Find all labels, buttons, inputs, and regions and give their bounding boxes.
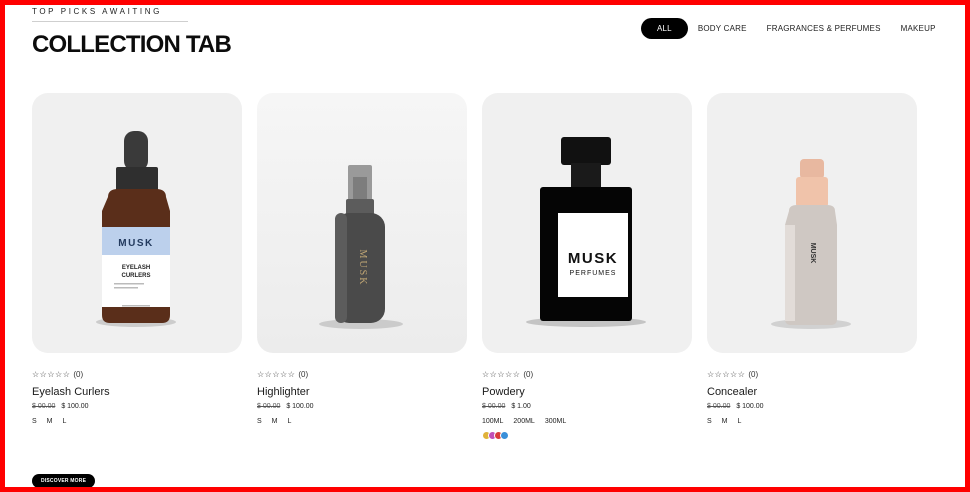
- tab-body-care[interactable]: BODY CARE: [688, 18, 757, 39]
- product-image[interactable]: MUSK PERFUMES: [482, 93, 692, 353]
- tab-fragrances-perfumes[interactable]: FRAGRANCES & PERFUMES: [757, 18, 891, 39]
- product-price: $ 00.00 $ 1.00: [482, 403, 692, 410]
- product-card[interactable]: MUSK ☆☆☆☆☆ (0) Highlighter $ 00.00 $ 100…: [257, 93, 467, 425]
- color-swatches: [482, 431, 692, 440]
- volume-option[interactable]: 300ML: [545, 418, 566, 425]
- tab-all[interactable]: ALL: [641, 18, 688, 39]
- star-rating-icon: ☆☆☆☆☆: [482, 370, 521, 379]
- product-price: $ 00.00 $ 100.00: [707, 403, 917, 410]
- page-title: COLLECTION TAB: [32, 31, 232, 58]
- product-image[interactable]: MUSK: [707, 93, 917, 353]
- star-rating-icon: ☆☆☆☆☆: [257, 370, 296, 379]
- size-option[interactable]: M: [47, 418, 53, 425]
- product-card[interactable]: MUSK EYELASH CURLERS ☆☆☆☆☆ (0) Eyelash C…: [32, 93, 242, 425]
- category-tabs: ALL BODY CARE FRAGRANCES & PERFUMES MAKE…: [641, 18, 946, 39]
- dropper-bottle-icon: MUSK EYELASH CURLERS: [96, 131, 176, 327]
- size-options: S M L: [32, 418, 242, 425]
- volume-option[interactable]: 100ML: [482, 418, 503, 425]
- size-options: S M L: [707, 418, 917, 425]
- product-price: $ 00.00 $ 100.00: [32, 403, 242, 410]
- section-eyebrow: TOP PICKS AWAITING: [32, 7, 162, 16]
- eyebrow-divider: [32, 21, 188, 22]
- perfume-bottle-icon: MUSK PERFUMES: [526, 137, 646, 327]
- product-card[interactable]: MUSK ☆☆☆☆☆ (0) Concealer $ 00.00 $ 100.0…: [707, 93, 917, 425]
- size-option[interactable]: S: [32, 418, 37, 425]
- star-rating-icon: ☆☆☆☆☆: [32, 370, 71, 379]
- size-option[interactable]: L: [288, 418, 292, 425]
- review-count: (0): [748, 370, 759, 379]
- pump-bottle-icon: MUSK: [771, 159, 851, 329]
- rating: ☆☆☆☆☆ (0): [482, 370, 692, 379]
- spray-bottle-icon: MUSK: [319, 165, 403, 329]
- review-count: (0): [298, 370, 309, 379]
- svg-text:CURLERS: CURLERS: [121, 273, 150, 279]
- product-image[interactable]: MUSK EYELASH CURLERS: [32, 93, 242, 353]
- rating: ☆☆☆☆☆ (0): [257, 370, 467, 379]
- size-option[interactable]: M: [722, 418, 728, 425]
- size-option[interactable]: L: [63, 418, 67, 425]
- product-name[interactable]: Highlighter: [257, 386, 467, 398]
- size-options: S M L: [257, 418, 467, 425]
- color-swatch[interactable]: [500, 431, 509, 440]
- bottle-brand: MUSK: [809, 243, 816, 264]
- size-option[interactable]: S: [707, 418, 712, 425]
- old-price: $ 00.00: [707, 403, 731, 410]
- product-name[interactable]: Powdery: [482, 386, 692, 398]
- product-name[interactable]: Concealer: [707, 386, 917, 398]
- rating: ☆☆☆☆☆ (0): [707, 370, 917, 379]
- product-price: $ 00.00 $ 100.00: [257, 403, 467, 410]
- old-price: $ 00.00: [257, 403, 281, 410]
- star-rating-icon: ☆☆☆☆☆: [707, 370, 746, 379]
- bottle-brand: MUSK: [357, 250, 368, 287]
- tab-makeup[interactable]: MAKEUP: [891, 18, 946, 39]
- volume-option[interactable]: 200ML: [513, 418, 534, 425]
- old-price: $ 00.00: [32, 403, 56, 410]
- current-price: $ 100.00: [286, 403, 314, 410]
- size-option[interactable]: M: [272, 418, 278, 425]
- size-option[interactable]: L: [738, 418, 742, 425]
- product-image[interactable]: MUSK: [257, 93, 467, 353]
- review-count: (0): [523, 370, 534, 379]
- bottle-label: PERFUMES: [570, 270, 617, 277]
- current-price: $ 1.00: [511, 403, 531, 410]
- volume-options: 100ML 200ML 300ML: [482, 418, 692, 425]
- review-count: (0): [73, 370, 84, 379]
- size-option[interactable]: S: [257, 418, 262, 425]
- svg-text:EYELASH: EYELASH: [122, 265, 150, 271]
- bottle-brand: MUSK: [568, 250, 618, 267]
- current-price: $ 100.00: [736, 403, 764, 410]
- product-card[interactable]: MUSK PERFUMES ☆☆☆☆☆ (0) Powdery $ 00.00 …: [482, 93, 692, 440]
- discover-more-button[interactable]: DISCOVER MORE: [32, 474, 96, 488]
- old-price: $ 00.00: [482, 403, 506, 410]
- bottle-brand: MUSK: [118, 238, 153, 249]
- rating: ☆☆☆☆☆ (0): [32, 370, 242, 379]
- current-price: $ 100.00: [61, 403, 89, 410]
- product-name[interactable]: Eyelash Curlers: [32, 386, 242, 398]
